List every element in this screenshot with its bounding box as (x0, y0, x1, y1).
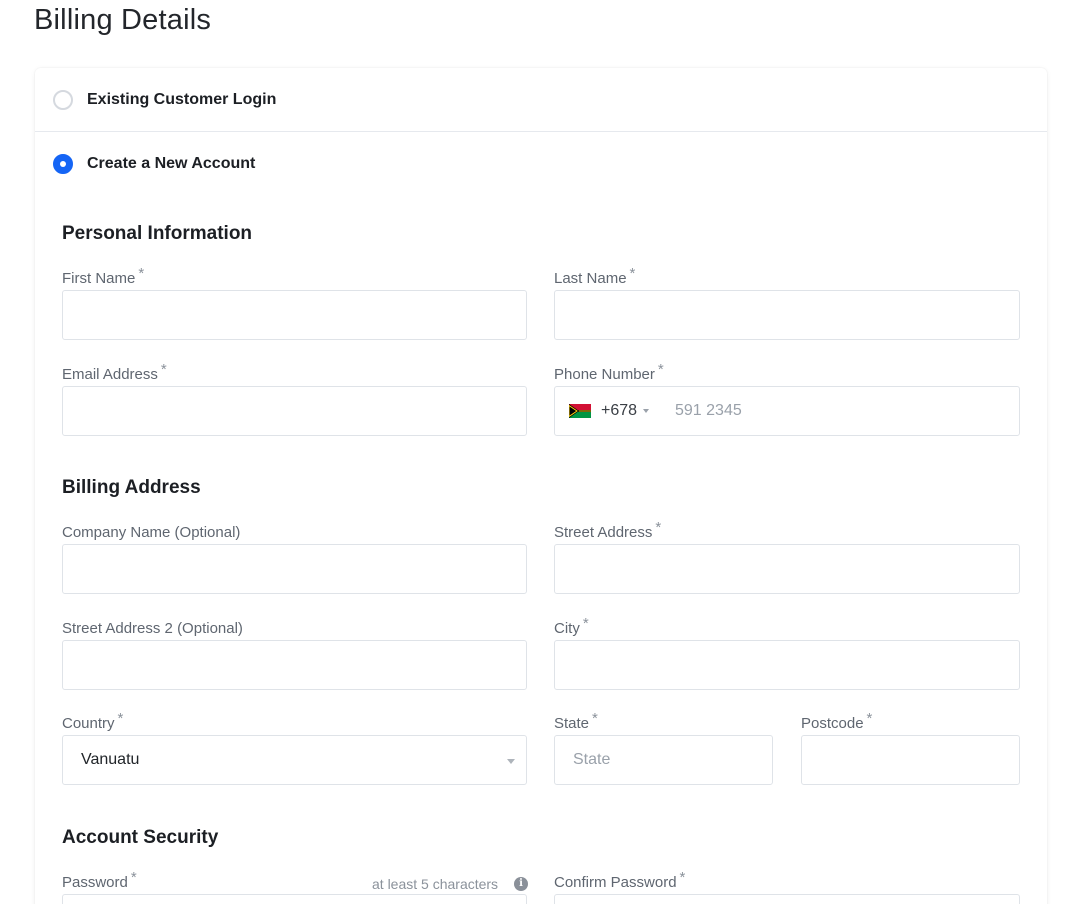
company-input[interactable] (62, 544, 527, 594)
phone-input[interactable]: +678 591 2345 (554, 386, 1020, 436)
required-marker: * (657, 361, 664, 378)
create-account-label: Create a New Account (87, 155, 256, 172)
billing-card: Existing Customer Login Create a New Acc… (35, 68, 1047, 904)
street-address-2-label: Street Address 2 (Optional) (62, 620, 243, 637)
required-marker: * (655, 519, 662, 536)
required-marker: * (679, 869, 686, 886)
street-address-2-input[interactable] (62, 640, 527, 690)
info-icon[interactable]: i (514, 877, 528, 891)
postcode-label: Postcode (801, 715, 864, 732)
vanuatu-flag-icon[interactable] (569, 404, 591, 418)
state-field: State * State (554, 710, 773, 785)
required-marker: * (629, 265, 636, 282)
chevron-down-icon[interactable] (643, 409, 649, 413)
dial-code[interactable]: +678 (601, 402, 637, 420)
required-marker: * (866, 710, 873, 727)
page-title: Billing Details (34, 4, 212, 36)
city-field: City * (554, 615, 1020, 690)
email-label: Email Address (62, 366, 158, 383)
required-marker: * (117, 710, 124, 727)
confirm-password-input[interactable] (554, 894, 1020, 904)
state-placeholder: State (573, 751, 611, 768)
country-selected-value: Vanuatu (81, 751, 140, 768)
required-marker: * (138, 265, 145, 282)
password-input[interactable] (62, 894, 527, 904)
city-input[interactable] (554, 640, 1020, 690)
existing-customer-login-option[interactable]: Existing Customer Login (35, 68, 1047, 132)
phone-label: Phone Number (554, 366, 655, 383)
street-address-input[interactable] (554, 544, 1020, 594)
state-label: State (554, 715, 590, 732)
required-marker: * (582, 615, 589, 632)
account-security-heading: Account Security (62, 827, 219, 848)
password-field: Password * at least 5 characters i (62, 869, 528, 904)
last-name-field: Last Name * (554, 265, 1020, 340)
phone-field: Phone Number * +678 591 2345 (554, 361, 1020, 436)
required-marker: * (130, 869, 137, 886)
email-field: Email Address * (62, 361, 527, 436)
create-new-account-option[interactable]: Create a New Account (35, 132, 1047, 196)
country-label: Country (62, 715, 115, 732)
existing-customer-label: Existing Customer Login (87, 90, 277, 108)
required-marker: * (160, 361, 167, 378)
billing-address-heading: Billing Address (62, 477, 201, 498)
confirm-password-field: Confirm Password * (554, 869, 1020, 904)
confirm-password-label: Confirm Password (554, 874, 677, 891)
last-name-input[interactable] (554, 290, 1020, 340)
postcode-input[interactable] (801, 735, 1020, 785)
country-select[interactable]: Vanuatu (62, 735, 527, 785)
phone-placeholder: 591 2345 (675, 402, 742, 419)
personal-info-heading: Personal Information (62, 223, 253, 244)
company-label: Company Name (Optional) (62, 524, 241, 541)
state-input[interactable]: State (554, 735, 773, 785)
city-label: City (554, 620, 580, 637)
street-address-label: Street Address (554, 524, 653, 541)
street-address-field: Street Address * (554, 519, 1020, 594)
required-marker: * (592, 710, 598, 727)
password-hint: at least 5 characters (372, 876, 499, 892)
existing-customer-radio[interactable] (53, 89, 73, 110)
password-label: Password (62, 874, 128, 891)
create-account-radio[interactable] (53, 154, 73, 174)
chevron-down-icon[interactable] (507, 759, 515, 764)
postcode-field: Postcode * (801, 710, 1020, 785)
first-name-label: First Name (62, 270, 136, 287)
last-name-label: Last Name (554, 270, 627, 287)
company-field: Company Name (Optional) (62, 524, 527, 594)
first-name-input[interactable] (62, 290, 527, 340)
email-input[interactable] (62, 386, 527, 436)
first-name-field: First Name * (62, 265, 527, 340)
country-field: Country * Vanuatu (62, 710, 527, 785)
street-address-2-field: Street Address 2 (Optional) (62, 620, 527, 690)
